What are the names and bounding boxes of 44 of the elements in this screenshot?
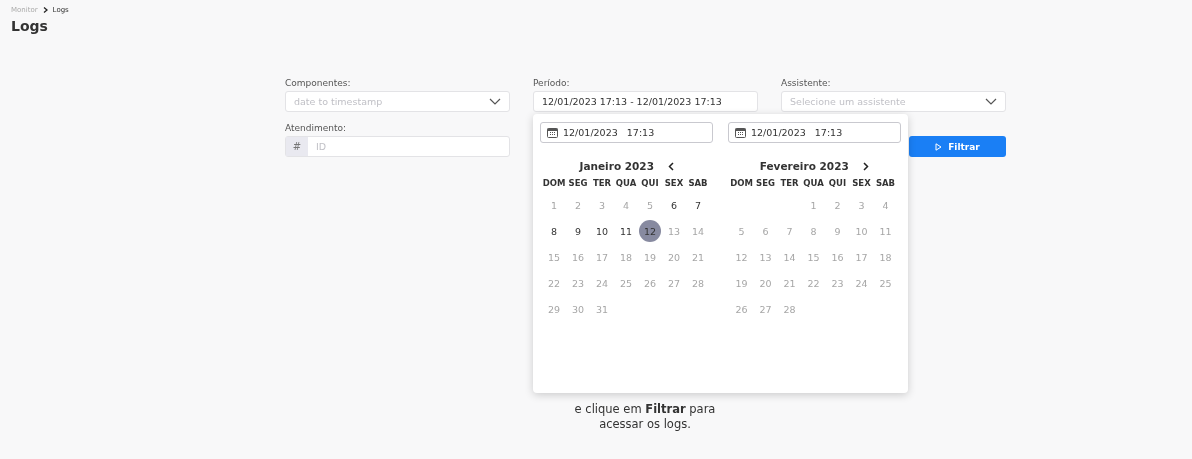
play-icon (935, 142, 943, 151)
weekday-label: SEX (663, 177, 685, 190)
field-label: Período: (533, 78, 571, 90)
calendar-day[interactable]: 11 (615, 220, 637, 242)
calendar-day[interactable]: 9 (567, 220, 589, 242)
page-title: Logs (11, 18, 48, 34)
calendar-day[interactable]: 7 (687, 194, 709, 216)
weekday-label: SEG (567, 177, 589, 190)
input-field[interactable]: # ID (285, 136, 510, 157)
calendar-icon (735, 127, 746, 138)
weekday-label: QUI (827, 177, 848, 190)
weekday-label: SEX (851, 177, 872, 190)
date-range-field[interactable]: 12/01/2023 17:13 - 12/01/2023 17:13 (533, 91, 758, 112)
weekday-label: QUI (640, 177, 660, 190)
weekday-label: QUA (614, 177, 638, 190)
filter-button[interactable]: Filtrar (909, 136, 1006, 157)
calendar-day[interactable]: 6 (663, 194, 685, 216)
chevron-left-icon[interactable] (668, 161, 674, 171)
weekday-label: SAB (874, 177, 897, 190)
weekday-label: TER (591, 177, 613, 190)
calendar-icon (547, 127, 558, 138)
select-field[interactable]: Selecione um assistente (781, 91, 1006, 112)
field-label: Atendimento: (285, 123, 348, 135)
month-title: Fevereiro 2023 (759, 160, 849, 172)
field-label: Assistente: (781, 78, 832, 90)
date-input[interactable]: 12/01/2023 17:13 (540, 122, 713, 143)
chevron-down-icon (489, 98, 501, 105)
month-title: Janeiro 2023 (579, 160, 654, 172)
select-field[interactable]: date to timestamp (285, 91, 510, 112)
weekday-label: DOM (729, 177, 754, 190)
weekday-label: QUA (802, 177, 825, 190)
calendar-day[interactable]: 12 (639, 220, 661, 242)
chevron-right-icon[interactable] (862, 161, 869, 171)
field-label: Componentes: (285, 78, 352, 90)
calendar-day[interactable]: 8 (543, 220, 565, 242)
weekday-label: DOM (542, 177, 566, 190)
date-input[interactable]: 12/01/2023 17:13 (728, 122, 901, 143)
weekday-label: SEG (755, 177, 776, 190)
chevron-right-icon (42, 7, 48, 13)
empty-state-message: e clique em Filtrar para acessar os logs. (573, 402, 717, 432)
calendar-day[interactable]: 10 (591, 220, 613, 242)
weekday-label: TER (779, 177, 800, 190)
weekday-label: SAB (687, 177, 709, 190)
chevron-down-icon (985, 98, 997, 105)
